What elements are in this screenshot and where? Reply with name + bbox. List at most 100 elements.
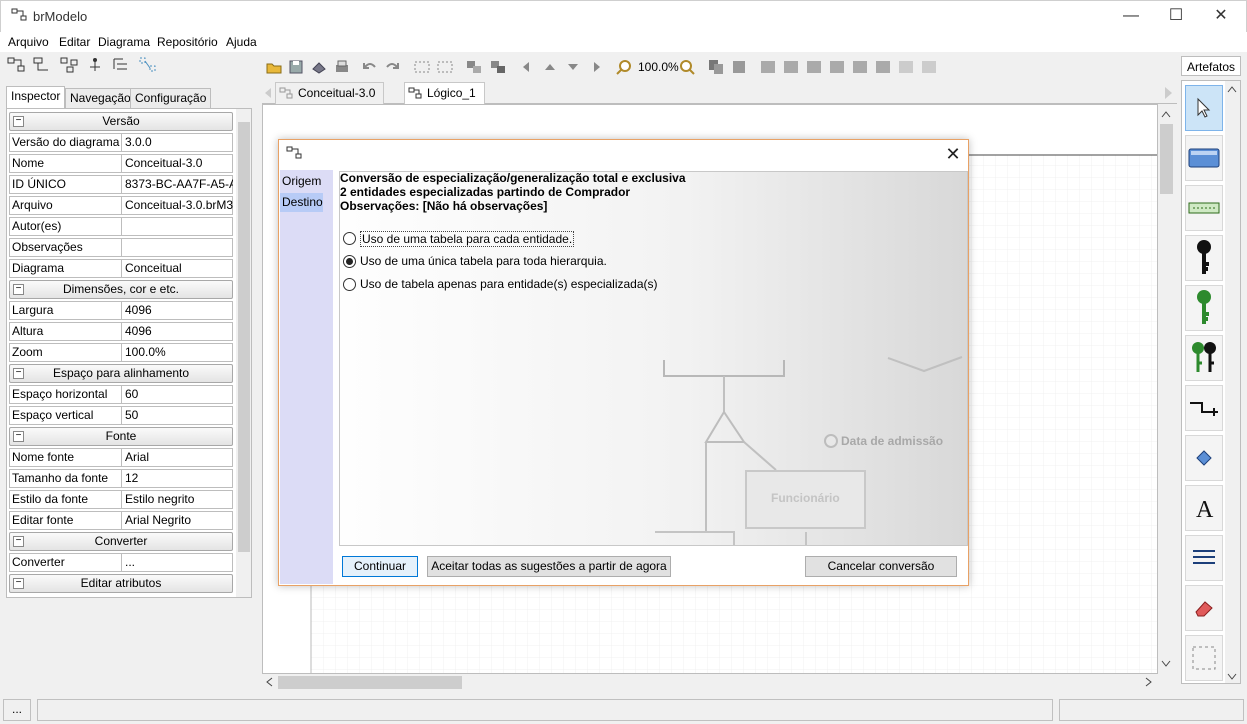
collapse-icon[interactable]: −: [13, 431, 24, 442]
option-radio-2[interactable]: [343, 255, 356, 268]
palette-scroll-up-icon[interactable]: [1227, 85, 1237, 93]
redo-icon[interactable]: [384, 59, 400, 75]
export-icon[interactable]: [311, 59, 327, 75]
open-folder-icon[interactable]: [266, 59, 282, 75]
same-width-icon[interactable]: [898, 59, 914, 75]
save-icon[interactable]: [288, 59, 304, 75]
paint-bucket-icon: [1196, 450, 1212, 466]
align-left-icon[interactable]: [414, 59, 430, 75]
print-icon[interactable]: [334, 59, 350, 75]
palette-scroll-down-icon[interactable]: [1227, 673, 1237, 681]
accept-all-button[interactable]: Aceitar todas as sugestões a partir de a…: [427, 556, 671, 577]
collapse-icon[interactable]: −: [13, 536, 24, 547]
option-label-2[interactable]: Uso de uma única tabela para toda hierar…: [360, 254, 607, 268]
tab-inspector[interactable]: Inspector: [6, 86, 66, 108]
collapse-icon[interactable]: −: [13, 368, 24, 379]
list-tool[interactable]: [1185, 535, 1223, 581]
close-window-icon[interactable]: ✕: [1198, 0, 1244, 32]
continue-button[interactable]: Continuar: [342, 556, 418, 577]
field-tool[interactable]: [1185, 185, 1223, 231]
option-radio-3[interactable]: [343, 278, 356, 291]
eraser-icon: [1195, 601, 1213, 617]
collapse-icon[interactable]: −: [13, 578, 24, 589]
same-size-icon[interactable]: [875, 59, 891, 75]
tab-scroll-left-icon[interactable]: [264, 87, 272, 99]
scroll-up-icon[interactable]: [1161, 110, 1171, 118]
canvas-hscroll-thumb[interactable]: [278, 676, 462, 689]
canvas-vscroll-thumb[interactable]: [1160, 124, 1173, 194]
menu-arquivo[interactable]: Arquivo: [8, 35, 49, 49]
zoom-in-icon[interactable]: [679, 59, 695, 75]
foreign-key-tool[interactable]: [1185, 285, 1223, 331]
side-item-destino[interactable]: Destino: [280, 193, 323, 212]
prop-row: ID ÚNICO8373-BC-AA7F-A5-AF5: [9, 175, 233, 194]
section-dimensoes[interactable]: − Dimensões, cor e etc.: [9, 280, 233, 299]
dialog-close-icon[interactable]: ✕: [940, 144, 966, 164]
maximize-icon[interactable]: ☐: [1153, 0, 1199, 32]
table-tool[interactable]: [1185, 135, 1223, 181]
menu-diagrama[interactable]: Diagrama: [98, 35, 150, 49]
arrow-right-icon[interactable]: [588, 59, 604, 75]
composite-key-icon: [1192, 342, 1216, 372]
composite-key-tool[interactable]: [1185, 335, 1223, 381]
relation-tool[interactable]: [1185, 385, 1223, 431]
inspector-scroll-thumb[interactable]: [238, 122, 250, 552]
tab-scroll-right-icon[interactable]: [1164, 86, 1173, 100]
align-bottom-icon[interactable]: [806, 59, 822, 75]
fill-tool[interactable]: [1185, 435, 1223, 481]
arrow-left-icon[interactable]: [519, 59, 535, 75]
menu-ajuda[interactable]: Ajuda: [226, 35, 257, 49]
ungroup-icon[interactable]: [490, 59, 506, 75]
zoom-out-icon[interactable]: [616, 59, 632, 75]
paste-icon[interactable]: [731, 59, 747, 75]
cancel-conversion-button[interactable]: Cancelar conversão: [805, 556, 957, 577]
arrow-down-icon[interactable]: [565, 59, 581, 75]
option-label-1[interactable]: Uso de uma tabela para cada entidade.: [360, 231, 575, 247]
option-label-3[interactable]: Uso de tabela apenas para entidade(s) es…: [360, 277, 658, 291]
tree-icon[interactable]: [59, 56, 79, 74]
distribute-icon[interactable]: [829, 59, 845, 75]
dialog-app-icon: [286, 146, 302, 159]
menu-repositorio[interactable]: Repositório: [157, 35, 218, 49]
diagram-icon[interactable]: [6, 56, 26, 74]
diagram-alt-icon[interactable]: [32, 56, 52, 74]
section-editar-atributos[interactable]: − Editar atributos: [9, 574, 233, 593]
section-converter[interactable]: − Converter: [9, 532, 233, 551]
section-versao[interactable]: − Versão: [9, 112, 233, 131]
primary-key-tool[interactable]: [1185, 235, 1223, 281]
same-height-icon[interactable]: [921, 59, 937, 75]
menu-editar[interactable]: Editar: [59, 35, 90, 49]
distribute-v-icon[interactable]: [852, 59, 868, 75]
scroll-left-icon[interactable]: [265, 677, 273, 687]
text-tool[interactable]: A: [1185, 485, 1223, 531]
side-item-origem[interactable]: Origem: [280, 172, 323, 191]
prop-row: Estilo da fonte Estilo negrito: [9, 490, 233, 509]
collapse-icon[interactable]: −: [13, 116, 24, 127]
arrow-up-icon[interactable]: [542, 59, 558, 75]
undo-icon[interactable]: [362, 59, 378, 75]
prop-row: Nome fonte Arial: [9, 448, 233, 467]
eraser-tool[interactable]: [1185, 585, 1223, 631]
dashed-tool[interactable]: [1185, 635, 1223, 681]
section-alinhamento[interactable]: − Espaço para alinhamento: [9, 364, 233, 383]
group-icon[interactable]: [466, 59, 482, 75]
hierarchy-icon[interactable]: [85, 56, 105, 74]
copy-icon[interactable]: [708, 59, 724, 75]
option-radio-1[interactable]: [343, 232, 356, 245]
scroll-down-icon[interactable]: [1161, 660, 1171, 668]
list-tree-icon[interactable]: [111, 56, 131, 74]
select-tool[interactable]: [1185, 85, 1223, 131]
scroll-right-icon[interactable]: [1145, 677, 1153, 687]
collapse-icon[interactable]: −: [13, 284, 24, 295]
tab-navegacao[interactable]: Navegação: [65, 88, 136, 108]
network-icon[interactable]: [138, 56, 158, 74]
palette-scrollbar[interactable]: [1225, 81, 1240, 683]
section-fonte[interactable]: − Fonte: [9, 427, 233, 446]
align-right-icon[interactable]: [437, 59, 453, 75]
field-icon: [1188, 202, 1220, 214]
relation-line-icon: [1190, 402, 1218, 416]
tab-configuracao[interactable]: Configuração: [130, 88, 212, 108]
align-top-icon[interactable]: [760, 59, 776, 75]
align-middle-icon[interactable]: [783, 59, 799, 75]
minimize-icon[interactable]: —: [1108, 0, 1154, 32]
